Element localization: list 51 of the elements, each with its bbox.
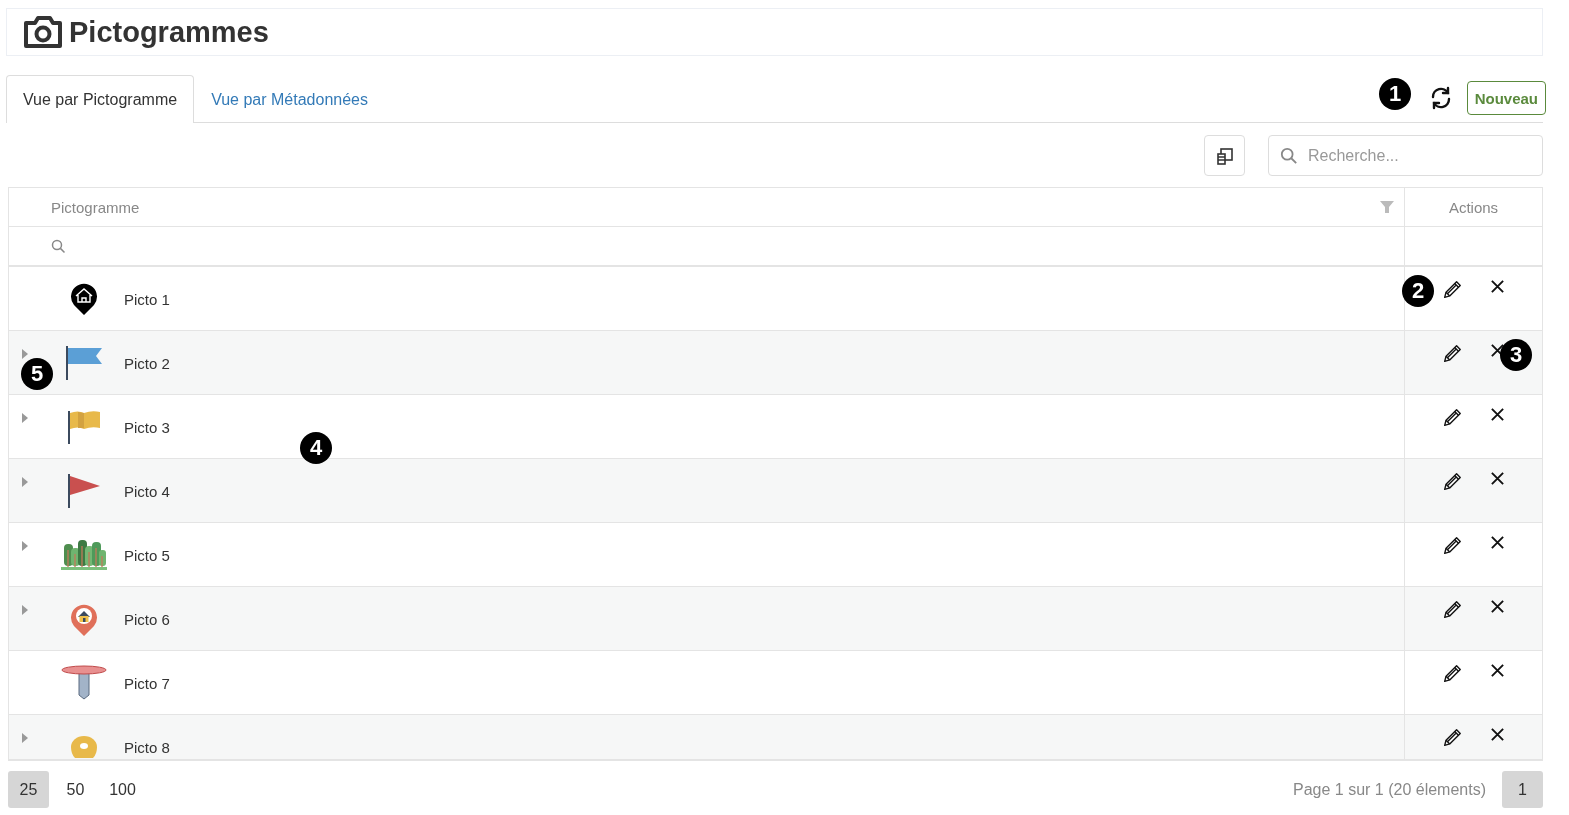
expand-caret-icon[interactable] bbox=[22, 413, 28, 423]
tab[interactable]: Vue par Métadonnées bbox=[194, 75, 385, 123]
search-icon bbox=[1280, 146, 1298, 165]
column-chooser-button[interactable] bbox=[1204, 135, 1245, 176]
page-button[interactable]: 1 bbox=[1502, 771, 1543, 808]
page-size-button[interactable]: 50 bbox=[55, 771, 96, 808]
new-button[interactable]: Nouveau bbox=[1466, 81, 1546, 115]
edit-icon[interactable] bbox=[1441, 535, 1463, 557]
page-title: Pictogrammes bbox=[69, 15, 269, 49]
edit-icon[interactable] bbox=[1441, 407, 1463, 429]
table-cell: Picto 5 bbox=[124, 547, 170, 564]
edit-icon[interactable] bbox=[1441, 599, 1463, 621]
flag-icon bbox=[64, 345, 104, 381]
delete-icon[interactable] bbox=[1490, 663, 1505, 678]
delete-icon[interactable] bbox=[1490, 343, 1505, 358]
expand-caret-icon[interactable] bbox=[22, 733, 28, 743]
edit-icon[interactable] bbox=[1441, 343, 1463, 365]
delete-icon[interactable] bbox=[1490, 727, 1505, 742]
trees-icon bbox=[60, 538, 108, 572]
table-cell: Picto 8 bbox=[124, 739, 170, 756]
expand-caret-icon[interactable] bbox=[22, 477, 28, 487]
thumbtack-icon bbox=[60, 665, 108, 701]
table-cell: Picto 4 bbox=[124, 483, 170, 500]
columns-icon bbox=[1214, 145, 1235, 166]
page-summary: Page 1 sur 1 (20 élements) bbox=[1293, 780, 1486, 799]
delete-icon[interactable] bbox=[1490, 535, 1505, 550]
page-size-button[interactable]: 25 bbox=[8, 771, 49, 808]
edit-icon[interactable] bbox=[1441, 727, 1463, 749]
table-cell: Picto 2 bbox=[124, 355, 170, 372]
column-header[interactable]: Pictogramme bbox=[51, 198, 140, 216]
expand-caret-icon[interactable] bbox=[22, 541, 28, 551]
delete-icon[interactable] bbox=[1490, 599, 1505, 614]
column-header[interactable]: Actions bbox=[1448, 198, 1499, 216]
page-size-button[interactable]: 100 bbox=[102, 771, 143, 808]
delete-icon[interactable] bbox=[1490, 471, 1505, 486]
edit-icon[interactable] bbox=[1441, 663, 1463, 685]
search-field[interactable]: Recherche... bbox=[1268, 135, 1543, 176]
table-cell: Picto 1 bbox=[124, 291, 170, 308]
delete-icon[interactable] bbox=[1490, 407, 1505, 422]
expand-caret-icon[interactable] bbox=[22, 605, 28, 615]
tab[interactable]: Vue par Pictogramme bbox=[6, 75, 195, 123]
camera-icon bbox=[23, 15, 63, 49]
table-cell: Picto 3 bbox=[124, 419, 170, 436]
delete-icon[interactable] bbox=[1490, 279, 1505, 294]
table-cell: Picto 6 bbox=[124, 611, 170, 628]
edit-icon[interactable] bbox=[1441, 279, 1463, 301]
search-icon[interactable] bbox=[51, 238, 66, 254]
expand-caret-icon[interactable] bbox=[22, 349, 28, 359]
edit-icon[interactable] bbox=[1441, 471, 1463, 493]
callout-badge: 1 bbox=[1379, 78, 1411, 110]
table-cell: Picto 7 bbox=[124, 675, 170, 692]
